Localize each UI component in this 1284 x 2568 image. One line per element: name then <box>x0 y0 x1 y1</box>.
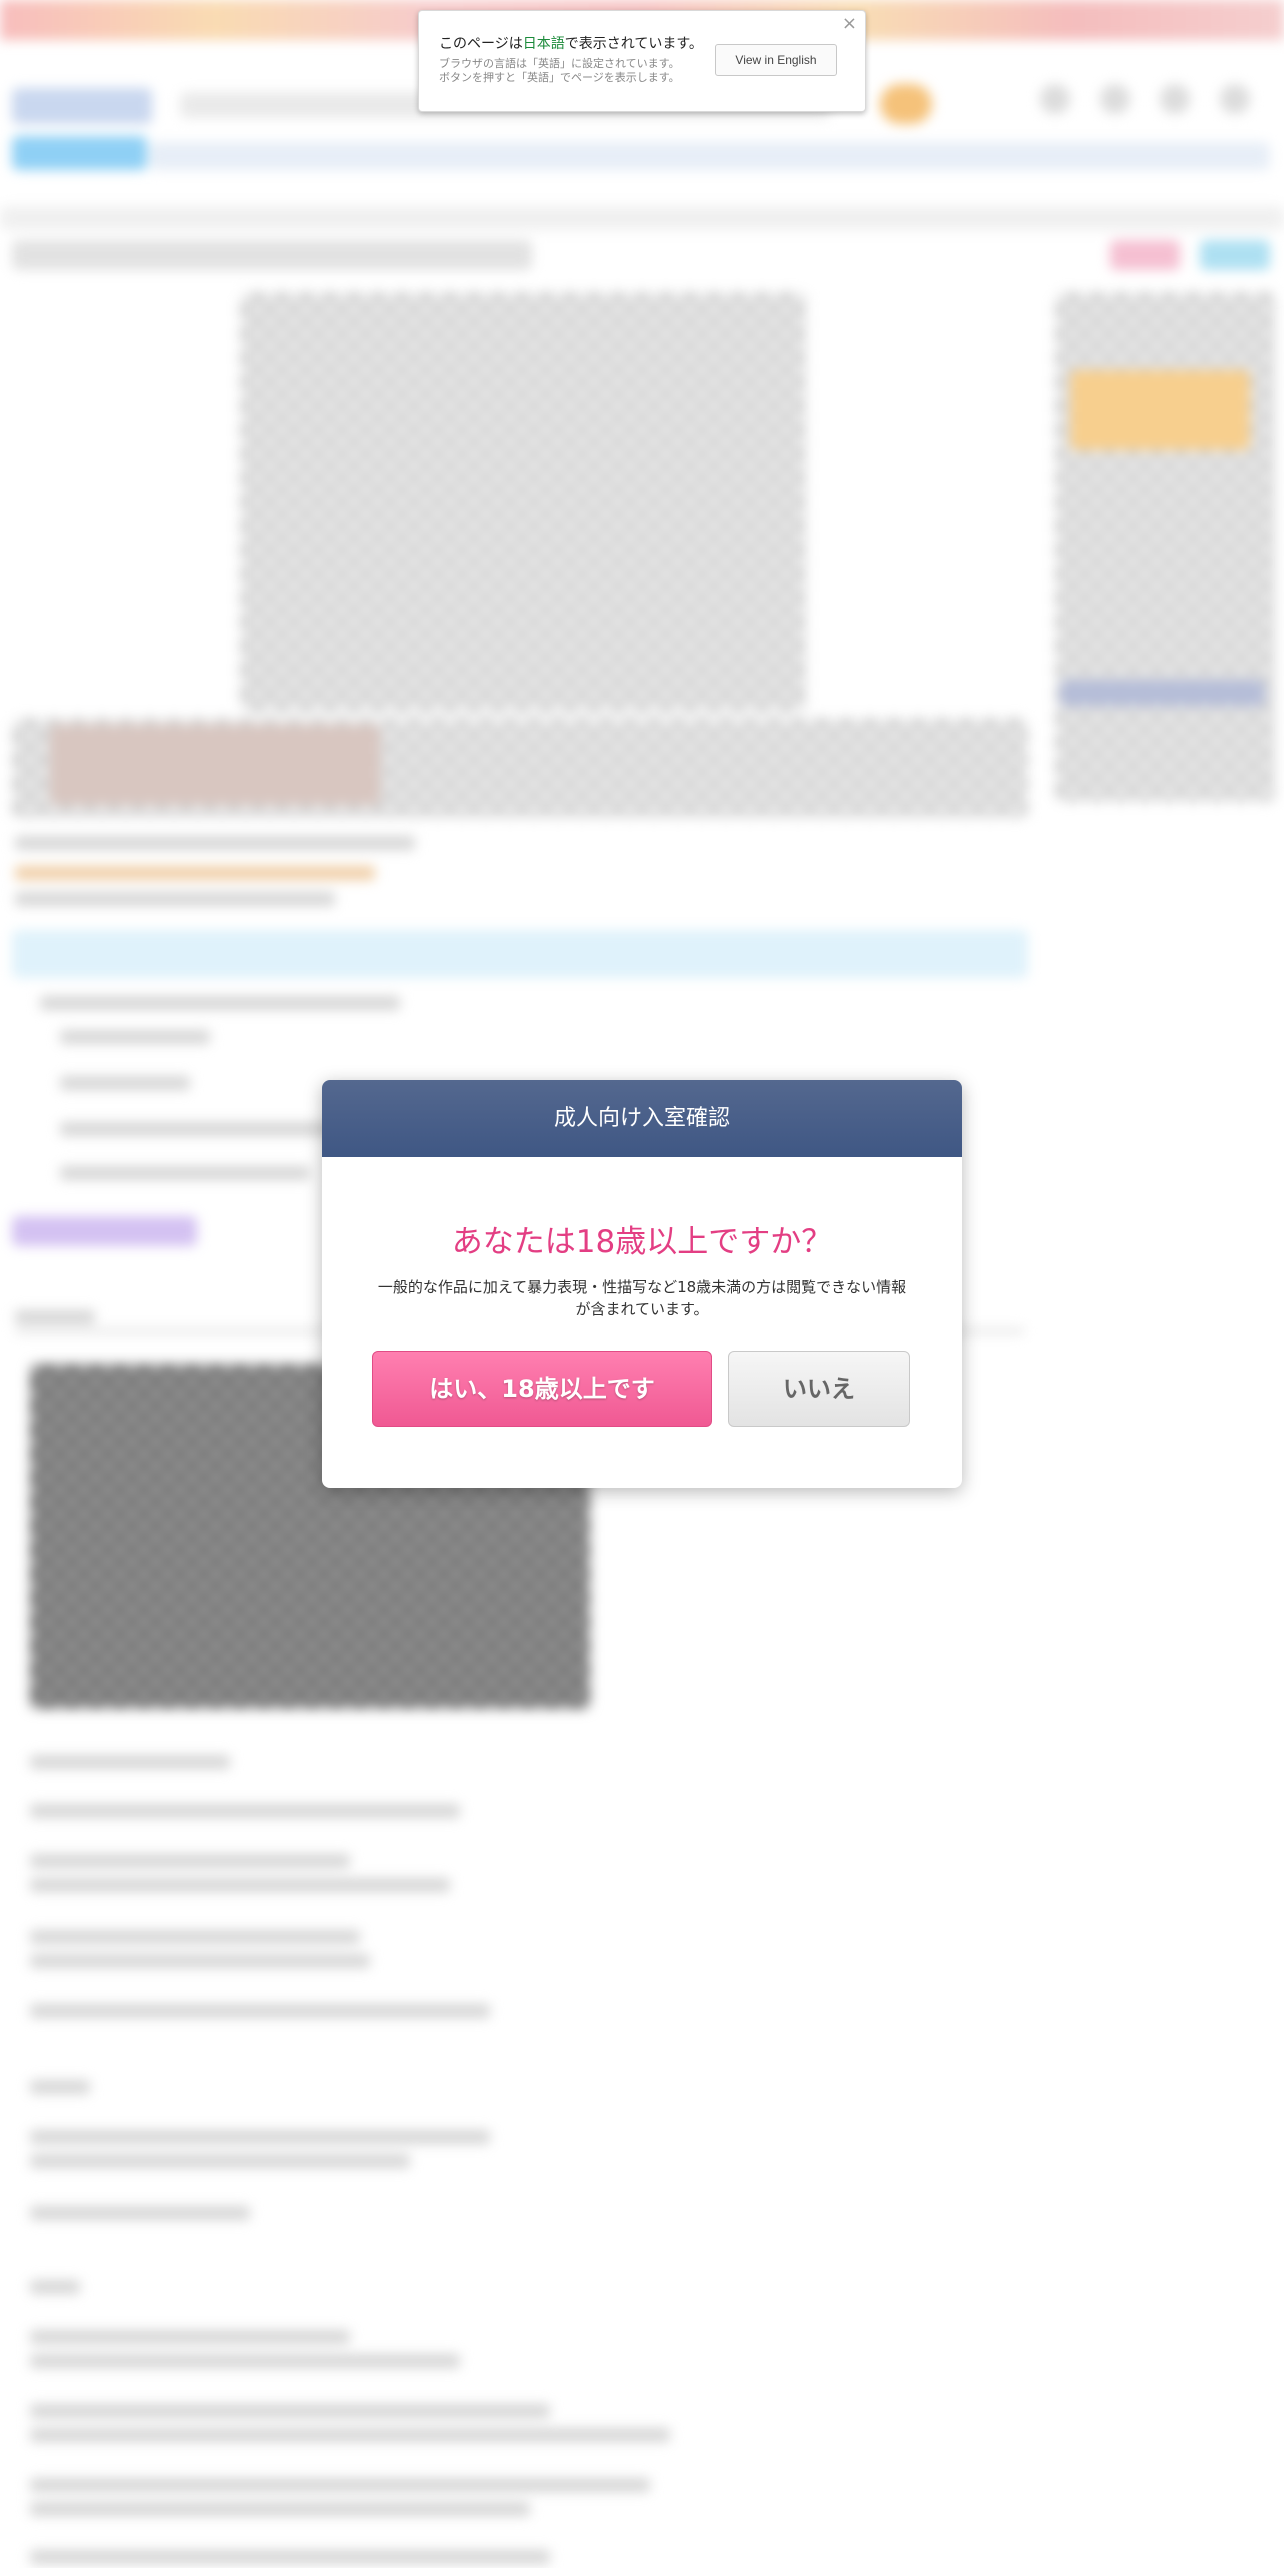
sidebar-panel <box>1055 292 1275 802</box>
tag-badge <box>1110 240 1180 270</box>
close-icon[interactable]: × <box>842 15 857 33</box>
nav-bar <box>150 142 1270 170</box>
age-verification-modal: 成人向け入室確認 あなたは18歳以上ですか？ 一般的な作品に加えて暴力表現・性描… <box>322 1080 962 1488</box>
confirm-adult-button[interactable]: はい、18歳以上です <box>372 1351 712 1427</box>
header-point-badge <box>880 84 932 124</box>
tag-badge <box>1200 240 1270 270</box>
header-icon <box>1100 84 1130 114</box>
work-title <box>12 240 532 270</box>
sidebar-heading <box>1060 680 1265 706</box>
label-badge <box>12 1216 197 1246</box>
header-icon <box>1160 84 1190 114</box>
decline-button[interactable]: いいえ <box>728 1351 910 1427</box>
header-icon <box>1040 84 1070 114</box>
buy-button <box>1070 370 1250 450</box>
language-notice-message: このページは日本語で表示されています。 <box>439 36 703 52</box>
language-notice: このページは日本語で表示されています。 ブラウザの言語は「英語」に設定されていま… <box>418 10 866 112</box>
modal-title: 成人向け入室確認 <box>322 1080 962 1157</box>
site-logo <box>12 88 152 124</box>
modal-description: 一般的な作品に加えて暴力表現・性描写など18歳未満の方は閲覧できない情報 が含ま… <box>377 1278 907 1318</box>
view-in-english-button[interactable]: View in English <box>715 44 837 76</box>
language-name: 日本語 <box>522 36 565 52</box>
language-notice-subtext: ブラウザの言語は「英語」に設定されています。 ボタンを押すと「英語」でページを表… <box>439 57 680 84</box>
age-question: あなたは18歳以上ですか？ <box>451 1224 833 1260</box>
header-tab <box>12 136 147 170</box>
header-icon <box>1220 84 1250 114</box>
thumbnail <box>50 725 380 805</box>
product-image <box>240 292 806 712</box>
sub-nav <box>0 206 1284 230</box>
info-banner <box>12 930 1028 978</box>
